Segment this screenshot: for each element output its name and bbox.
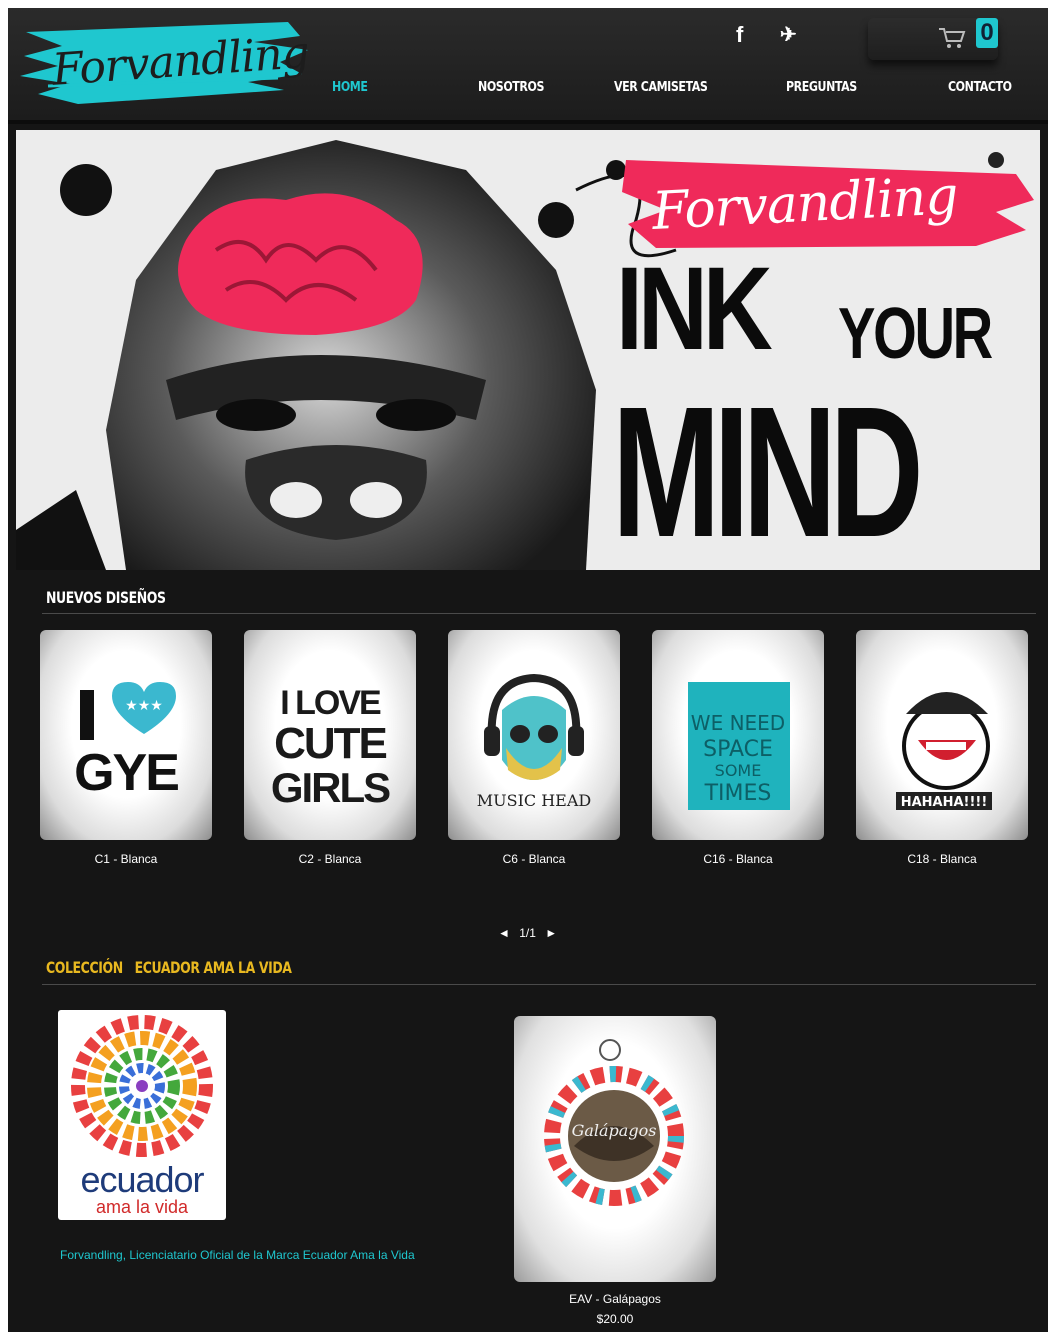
- next-page-icon[interactable]: ►: [545, 926, 557, 940]
- divider: [42, 613, 1036, 614]
- cart-count-badge[interactable]: 0: [976, 18, 998, 48]
- svg-text:WE NEED: WE NEED: [691, 711, 785, 735]
- product-card[interactable]: HAHAHA!!!! C18 - Blanca: [856, 630, 1028, 866]
- page-indicator: 1/1: [519, 926, 536, 940]
- svg-text:SOME: SOME: [715, 761, 762, 780]
- facebook-icon[interactable]: f: [736, 22, 743, 48]
- brand-logo[interactable]: Forvandling: [18, 16, 310, 108]
- product-name[interactable]: C2 - Blanca: [244, 852, 416, 866]
- logo-subtitle: ama la vida: [95, 1197, 189, 1217]
- tee-print-galapagos: Galápagos: [544, 1039, 684, 1206]
- svg-text:GIRLS: GIRLS: [271, 764, 390, 811]
- product-name[interactable]: C16 - Blanca: [652, 852, 824, 866]
- banner-line-your: YOUR: [838, 294, 993, 374]
- svg-text:TIMES: TIMES: [704, 781, 772, 806]
- license-text: Forvandling, Licenciatario Oficial de la…: [60, 1248, 415, 1262]
- section-title-collection: COLECCIÓN ECUADOR AMA LA VIDA: [46, 958, 292, 977]
- svg-text:HAHAHA!!!!: HAHAHA!!!!: [901, 795, 988, 810]
- svg-text:SPACE: SPACE: [703, 737, 773, 762]
- product-card[interactable]: ★★★ GYE C1 - Blanca: [40, 630, 212, 866]
- nav-home[interactable]: HOME: [332, 80, 368, 95]
- product-card[interactable]: MUSIC HEAD C6 - Blanca: [448, 630, 620, 866]
- nav-preguntas[interactable]: PREGUNTAS: [786, 80, 857, 95]
- site-header: Forvandling f ✈ 0 HOME NOSOTROS VER CAMI…: [8, 8, 1048, 124]
- section-title-new-designs: NUEVOS DISEÑOS: [46, 588, 166, 607]
- tee-print-we-need-space: WE NEED SPACE SOME TIMES: [688, 682, 790, 810]
- tee-print-hahaha: HAHAHA!!!!: [896, 692, 992, 810]
- svg-text:I LOVE: I LOVE: [280, 684, 381, 722]
- ecuador-ama-la-vida-logo[interactable]: ecuador ama la vida: [58, 1010, 226, 1220]
- product-image[interactable]: WE NEED SPACE SOME TIMES: [652, 630, 824, 840]
- nav-contacto[interactable]: CONTACTO: [948, 80, 1012, 95]
- tee-print-i-love-gye: ★★★ GYE: [74, 682, 180, 802]
- product-name[interactable]: EAV - Galápagos: [514, 1292, 716, 1306]
- rainbow-spiral-icon: [71, 1015, 213, 1157]
- product-name[interactable]: C6 - Blanca: [448, 852, 620, 866]
- product-price: $20.00: [596, 1312, 634, 1326]
- banner-line-ink: INK: [616, 243, 773, 375]
- product-card[interactable]: WE NEED SPACE SOME TIMES C16 - Blanca: [652, 630, 824, 866]
- product-image[interactable]: Galápagos: [514, 1016, 716, 1282]
- product-image[interactable]: MUSIC HEAD: [448, 630, 620, 840]
- tee-print-skull-headphones: MUSIC HEAD: [477, 673, 592, 810]
- nav-ver-camisetas[interactable]: VER CAMISETAS: [614, 80, 708, 95]
- twitter-icon[interactable]: ✈: [780, 22, 797, 47]
- pagination: ◄ 1/1 ►: [498, 926, 557, 940]
- cart-icon: [939, 28, 966, 48]
- svg-text:CUTE: CUTE: [274, 719, 386, 768]
- banner-line-mind: MIND: [612, 369, 924, 570]
- hero-banner[interactable]: Forvandling INK YOUR MIND: [16, 130, 1040, 570]
- divider: [42, 984, 1036, 985]
- product-card[interactable]: I LOVE CUTE GIRLS C2 - Blanca: [244, 630, 416, 866]
- product-image[interactable]: ★★★ GYE: [40, 630, 212, 840]
- svg-text:GYE: GYE: [74, 744, 178, 802]
- tee-print-label: Galápagos: [572, 1121, 657, 1140]
- product-name[interactable]: C18 - Blanca: [856, 852, 1028, 866]
- product-image[interactable]: HAHAHA!!!!: [856, 630, 1028, 840]
- nav-nosotros[interactable]: NOSOTROS: [478, 80, 544, 95]
- product-image[interactable]: I LOVE CUTE GIRLS: [244, 630, 416, 840]
- product-name[interactable]: C1 - Blanca: [40, 852, 212, 866]
- svg-text:★★★: ★★★: [125, 698, 163, 714]
- logo-word: ecuador: [80, 1159, 204, 1200]
- svg-text:MUSIC HEAD: MUSIC HEAD: [477, 791, 592, 810]
- tee-print-i-love-cute-girls: I LOVE CUTE GIRLS: [271, 684, 392, 811]
- page: Forvandling f ✈ 0 HOME NOSOTROS VER CAMI…: [8, 8, 1048, 1332]
- prev-page-icon[interactable]: ◄: [498, 926, 510, 940]
